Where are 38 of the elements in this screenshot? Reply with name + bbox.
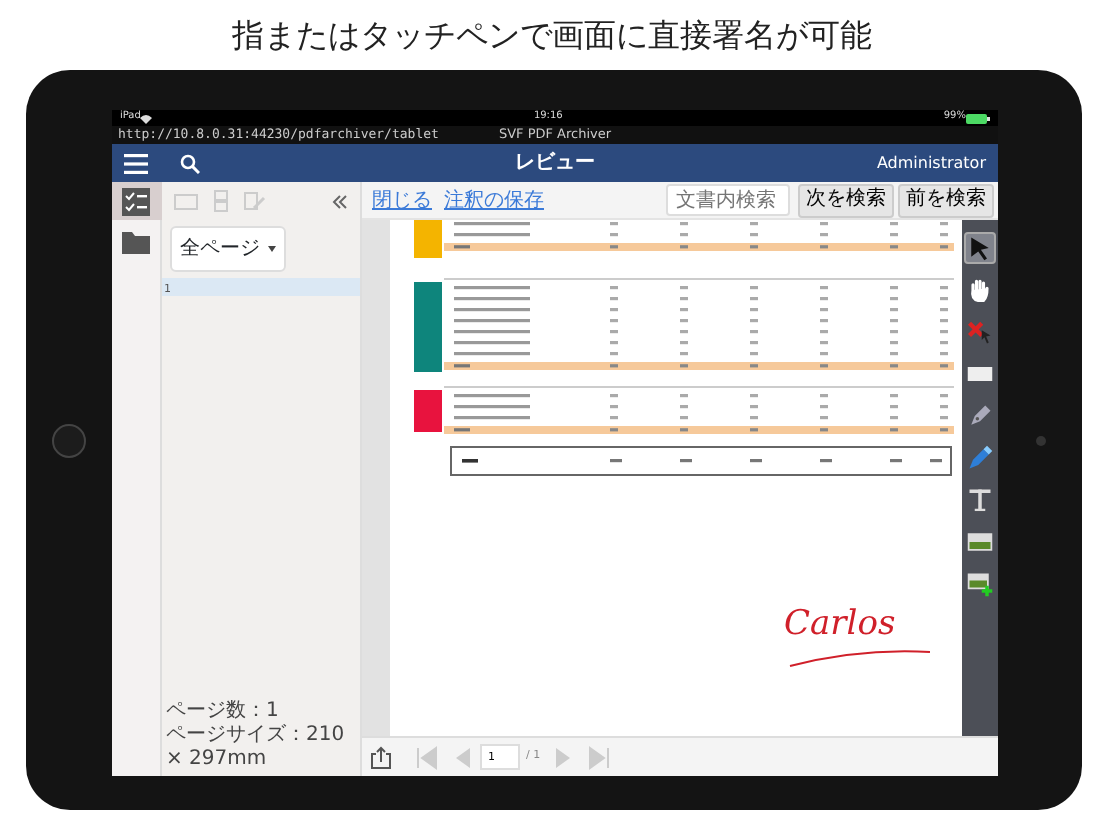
search-field[interactable]: 文書内検索 xyxy=(666,184,790,216)
search-button[interactable]: 次を検索 xyxy=(798,183,894,217)
user-name[interactable]: Administrator xyxy=(876,151,986,175)
camera xyxy=(1035,435,1045,445)
menu-icon[interactable] xyxy=(124,153,148,173)
handwritten-signature: Carlos xyxy=(784,602,896,648)
toolbar-link[interactable]: 注釈の保存 xyxy=(444,185,544,215)
checklist-tab[interactable] xyxy=(111,182,161,220)
wifi-icon xyxy=(140,113,153,123)
headline: 指またはタッチペンで画面に直接署名が可能 xyxy=(232,13,872,57)
marker-tool[interactable] xyxy=(964,442,996,474)
checklist-icon xyxy=(120,185,152,217)
add-image-tool[interactable] xyxy=(964,568,996,600)
caret-icon xyxy=(268,246,276,252)
eraser-tool[interactable] xyxy=(964,316,996,348)
search-button[interactable]: 前を検索 xyxy=(898,183,994,217)
text-icon xyxy=(966,486,994,514)
folder-icon xyxy=(120,226,152,258)
pointer-icon xyxy=(966,234,994,262)
last-icon xyxy=(586,743,615,771)
page-filter-dropdown[interactable]: 全ページ xyxy=(170,226,286,272)
image-icon xyxy=(966,528,994,556)
marker-icon xyxy=(966,444,994,472)
text-tool[interactable] xyxy=(964,484,996,516)
page-count: ページ数：1 xyxy=(166,700,281,724)
search-icon[interactable] xyxy=(180,153,200,173)
share-icon[interactable] xyxy=(370,745,392,769)
hand-icon xyxy=(966,276,994,304)
page-size: ページサイズ：210 × 297mm xyxy=(166,724,347,772)
collapse-icon[interactable] xyxy=(332,193,348,209)
first-icon xyxy=(412,743,440,771)
folder-tab[interactable] xyxy=(120,226,152,258)
pointer-tool[interactable] xyxy=(964,232,996,264)
toolbar-link[interactable]: 閉じる xyxy=(372,185,432,215)
screen-title: レビュー xyxy=(515,149,595,178)
eraser-icon xyxy=(966,318,994,346)
add-image-icon xyxy=(966,570,994,598)
battery-icon xyxy=(966,113,990,123)
